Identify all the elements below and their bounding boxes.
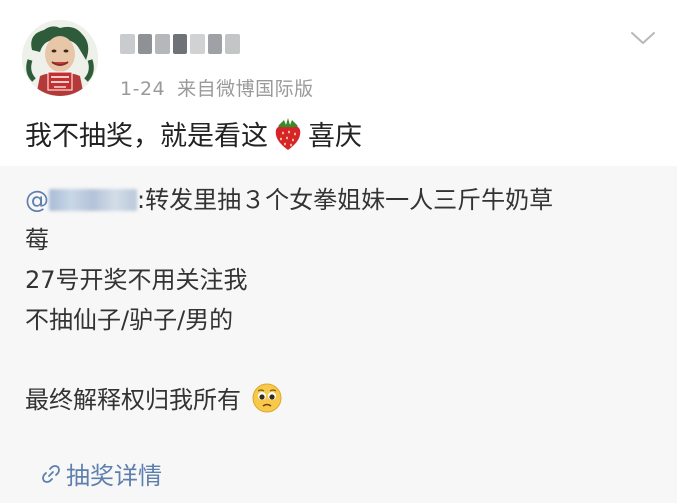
repost-line-1: @ :转发里抽３个女拳姐妹一人三斤牛奶草 [25, 180, 660, 220]
post-header: 1-24 来自微博国际版 [0, 0, 677, 108]
lottery-details-label[interactable]: 抽奖详情 [66, 456, 162, 491]
repost-last-text: 最终解释权归我所有 [25, 386, 241, 414]
post-text-before-emoji: 我不抽奖，就是看这 [25, 121, 268, 152]
chevron-down-icon[interactable] [628, 28, 658, 48]
repost-body: @ :转发里抽３个女拳姐妹一人三斤牛奶草 莓 27号开奖不用关注我 不抽仙子/驴子… [25, 180, 660, 420]
mention-at[interactable]: @ [25, 186, 49, 214]
post-text-after-emoji: 喜庆 [308, 121, 362, 152]
post-source: 来自微博国际版 [177, 78, 314, 100]
repost-line-2: 27号开奖不用关注我 [25, 266, 248, 294]
link-icon [42, 464, 60, 483]
post-meta: 1-24 来自微博国际版 [120, 74, 314, 101]
reposted-content[interactable]: @ :转发里抽３个女拳姐妹一人三斤牛奶草 莓 27号开奖不用关注我 不抽仙子/驴子… [0, 166, 677, 503]
pleading-face-icon [252, 383, 282, 413]
lottery-details-link[interactable]: 抽奖详情 [40, 456, 162, 491]
repost-line-last: 最终解释权归我所有 [25, 380, 660, 420]
post-date: 1-24 [120, 78, 166, 100]
username-blurred[interactable] [120, 34, 241, 54]
repost-line-wrap: 莓 [25, 226, 49, 254]
avatar[interactable] [22, 20, 98, 96]
repost-line-3: 不抽仙子/驴子/男的 [25, 306, 234, 334]
repost-first-line: :转发里抽３个女拳姐妹一人三斤牛奶草 [137, 186, 554, 214]
mention-username-blurred[interactable] [49, 189, 137, 211]
post-text: 我不抽奖，就是看这 喜庆 [25, 114, 362, 153]
avatar-illustration [22, 20, 98, 96]
strawberry-icon [275, 117, 301, 150]
